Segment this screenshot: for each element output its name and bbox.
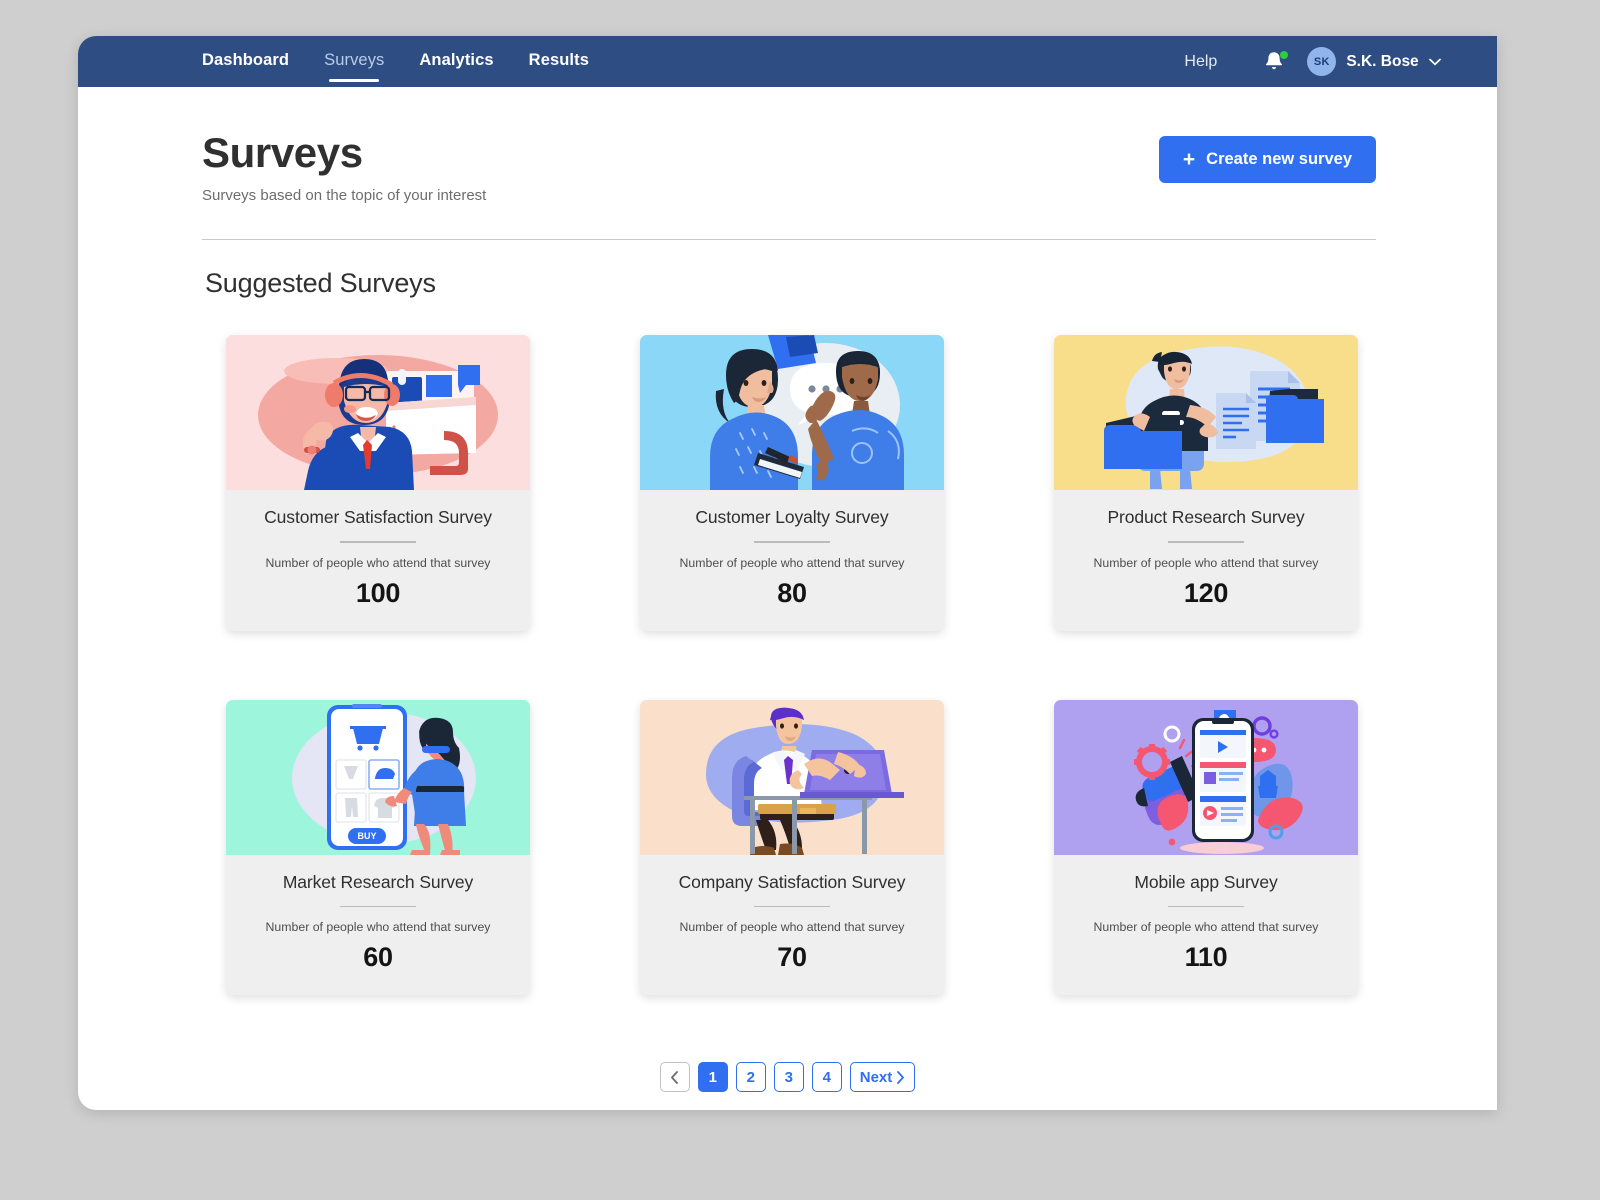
survey-card-value: 120 bbox=[1183, 577, 1229, 608]
survey-card-body: Mobile app Survey Number of people who a… bbox=[1054, 854, 1358, 996]
survey-card-illustration: BUY bbox=[226, 699, 530, 855]
survey-card-rule bbox=[1168, 905, 1244, 908]
pagination-page-3[interactable]: 3 bbox=[773, 1062, 804, 1093]
nav-item-results[interactable]: Results bbox=[529, 51, 589, 73]
page-header: Surveys Surveys based on the topic of yo… bbox=[78, 87, 1497, 204]
notifications-button[interactable] bbox=[1263, 49, 1289, 75]
survey-card-rule bbox=[754, 905, 830, 908]
survey-card-caption: Number of people who attend that survey bbox=[1093, 920, 1319, 935]
survey-card[interactable]: Product Research Survey Number of people… bbox=[1054, 335, 1358, 631]
survey-card-caption: Number of people who attend that survey bbox=[265, 555, 491, 570]
survey-card-illustration bbox=[1054, 335, 1358, 491]
survey-card-value: 60 bbox=[363, 942, 393, 973]
survey-card-rule bbox=[1168, 541, 1244, 543]
mobile-app-marketing-illustration bbox=[1134, 709, 1303, 854]
survey-card-title: Mobile app Survey bbox=[1134, 871, 1278, 892]
survey-card-title: Customer Loyalty Survey bbox=[695, 507, 889, 528]
survey-card-caption: Number of people who attend that survey bbox=[679, 920, 905, 935]
survey-card-value: 70 bbox=[777, 942, 807, 973]
survey-card[interactable]: Customer Satisfaction Survey Number of p… bbox=[226, 335, 530, 631]
svg-text:BUY: BUY bbox=[357, 831, 376, 841]
user-name-text: S.K. Bose bbox=[1346, 52, 1419, 70]
survey-card-rule bbox=[340, 905, 416, 908]
survey-card-title: Market Research Survey bbox=[282, 871, 474, 892]
nav-item-analytics[interactable]: Analytics bbox=[419, 51, 493, 73]
help-link[interactable]: Help bbox=[1184, 53, 1217, 71]
pagination-next-label: Next bbox=[859, 1068, 893, 1086]
create-new-survey-button[interactable]: + Create new survey bbox=[1158, 136, 1376, 183]
chevron-down-icon bbox=[1429, 58, 1441, 65]
pagination-page-1[interactable]: 1 bbox=[697, 1062, 728, 1093]
app-window: Dashboard Surveys Analytics Results Help… bbox=[78, 36, 1497, 1110]
survey-card-illustration bbox=[640, 699, 944, 855]
man-at-desk-laptop-illustration bbox=[706, 707, 904, 855]
top-navigation-bar: Dashboard Surveys Analytics Results Help… bbox=[78, 36, 1497, 87]
user-menu[interactable]: SK S.K. Bose bbox=[1307, 47, 1441, 76]
support-agent-illustration bbox=[258, 355, 498, 491]
survey-card-title: Product Research Survey bbox=[1107, 507, 1305, 528]
chevron-right-icon bbox=[897, 1070, 905, 1084]
survey-card-value: 110 bbox=[1184, 942, 1228, 973]
header-divider bbox=[202, 239, 1376, 241]
pagination-next-button[interactable]: Next bbox=[849, 1062, 916, 1093]
survey-card-title: Customer Satisfaction Survey bbox=[264, 507, 492, 528]
survey-card-illustration bbox=[226, 335, 530, 491]
survey-card-illustration bbox=[640, 335, 944, 491]
chevron-left-icon bbox=[671, 1070, 679, 1084]
survey-card-body: Customer Satisfaction Survey Number of p… bbox=[226, 490, 530, 631]
pagination-page-2[interactable]: 2 bbox=[735, 1062, 766, 1093]
nav-item-surveys[interactable]: Surveys bbox=[324, 51, 384, 82]
page-title: Surveys bbox=[202, 129, 363, 176]
survey-card[interactable]: Company Satisfaction Survey Number of pe… bbox=[640, 699, 944, 996]
survey-card-rule bbox=[754, 541, 830, 543]
nav-links: Dashboard Surveys Analytics Results bbox=[202, 51, 589, 82]
avatar: SK bbox=[1307, 47, 1337, 76]
create-new-survey-label: Create new survey bbox=[1206, 150, 1352, 168]
pagination-page-4[interactable]: 4 bbox=[811, 1062, 842, 1093]
survey-card-body: Customer Loyalty Survey Number of people… bbox=[640, 490, 944, 631]
pagination-prev-button[interactable] bbox=[659, 1062, 690, 1093]
survey-card-illustration bbox=[1054, 699, 1358, 855]
nav-right-cluster: Help SK S.K. Bose bbox=[1184, 36, 1441, 87]
survey-card-body: Market Research Survey Number of people … bbox=[226, 854, 530, 996]
notification-dot bbox=[1280, 50, 1289, 59]
survey-card-rule bbox=[340, 541, 416, 543]
survey-card-value: 80 bbox=[777, 577, 807, 608]
man-with-documents-illustration bbox=[1104, 346, 1324, 490]
user-name-label[interactable]: S.K. Bose bbox=[1346, 53, 1441, 71]
section-title-suggested-surveys: Suggested Surveys bbox=[205, 268, 436, 299]
survey-card-grid: Customer Satisfaction Survey Number of p… bbox=[78, 335, 1497, 996]
survey-card-body: Company Satisfaction Survey Number of pe… bbox=[640, 854, 944, 996]
pagination: 1 2 3 4 Next bbox=[78, 1062, 1497, 1093]
survey-card-title: Company Satisfaction Survey bbox=[678, 871, 906, 892]
survey-card[interactable]: Mobile app Survey Number of people who a… bbox=[1054, 699, 1358, 996]
survey-card[interactable]: BUY Market Research Survey Number of peo… bbox=[226, 699, 530, 996]
page-header-text: Surveys Surveys based on the topic of yo… bbox=[202, 129, 1159, 205]
survey-card-caption: Number of people who attend that survey bbox=[265, 920, 491, 935]
nav-item-dashboard[interactable]: Dashboard bbox=[202, 51, 289, 73]
page-subtitle: Surveys based on the topic of your inter… bbox=[202, 187, 487, 205]
survey-card-caption: Number of people who attend that survey bbox=[1093, 555, 1319, 570]
survey-card-body: Product Research Survey Number of people… bbox=[1054, 490, 1358, 631]
survey-card[interactable]: Customer Loyalty Survey Number of people… bbox=[640, 335, 944, 631]
survey-card-value: 100 bbox=[355, 577, 401, 608]
plus-icon: + bbox=[1182, 148, 1196, 171]
survey-card-caption: Number of people who attend that survey bbox=[679, 555, 905, 570]
two-people-talking-illustration bbox=[710, 335, 904, 491]
woman-shopping-phone-illustration: BUY bbox=[292, 703, 476, 855]
